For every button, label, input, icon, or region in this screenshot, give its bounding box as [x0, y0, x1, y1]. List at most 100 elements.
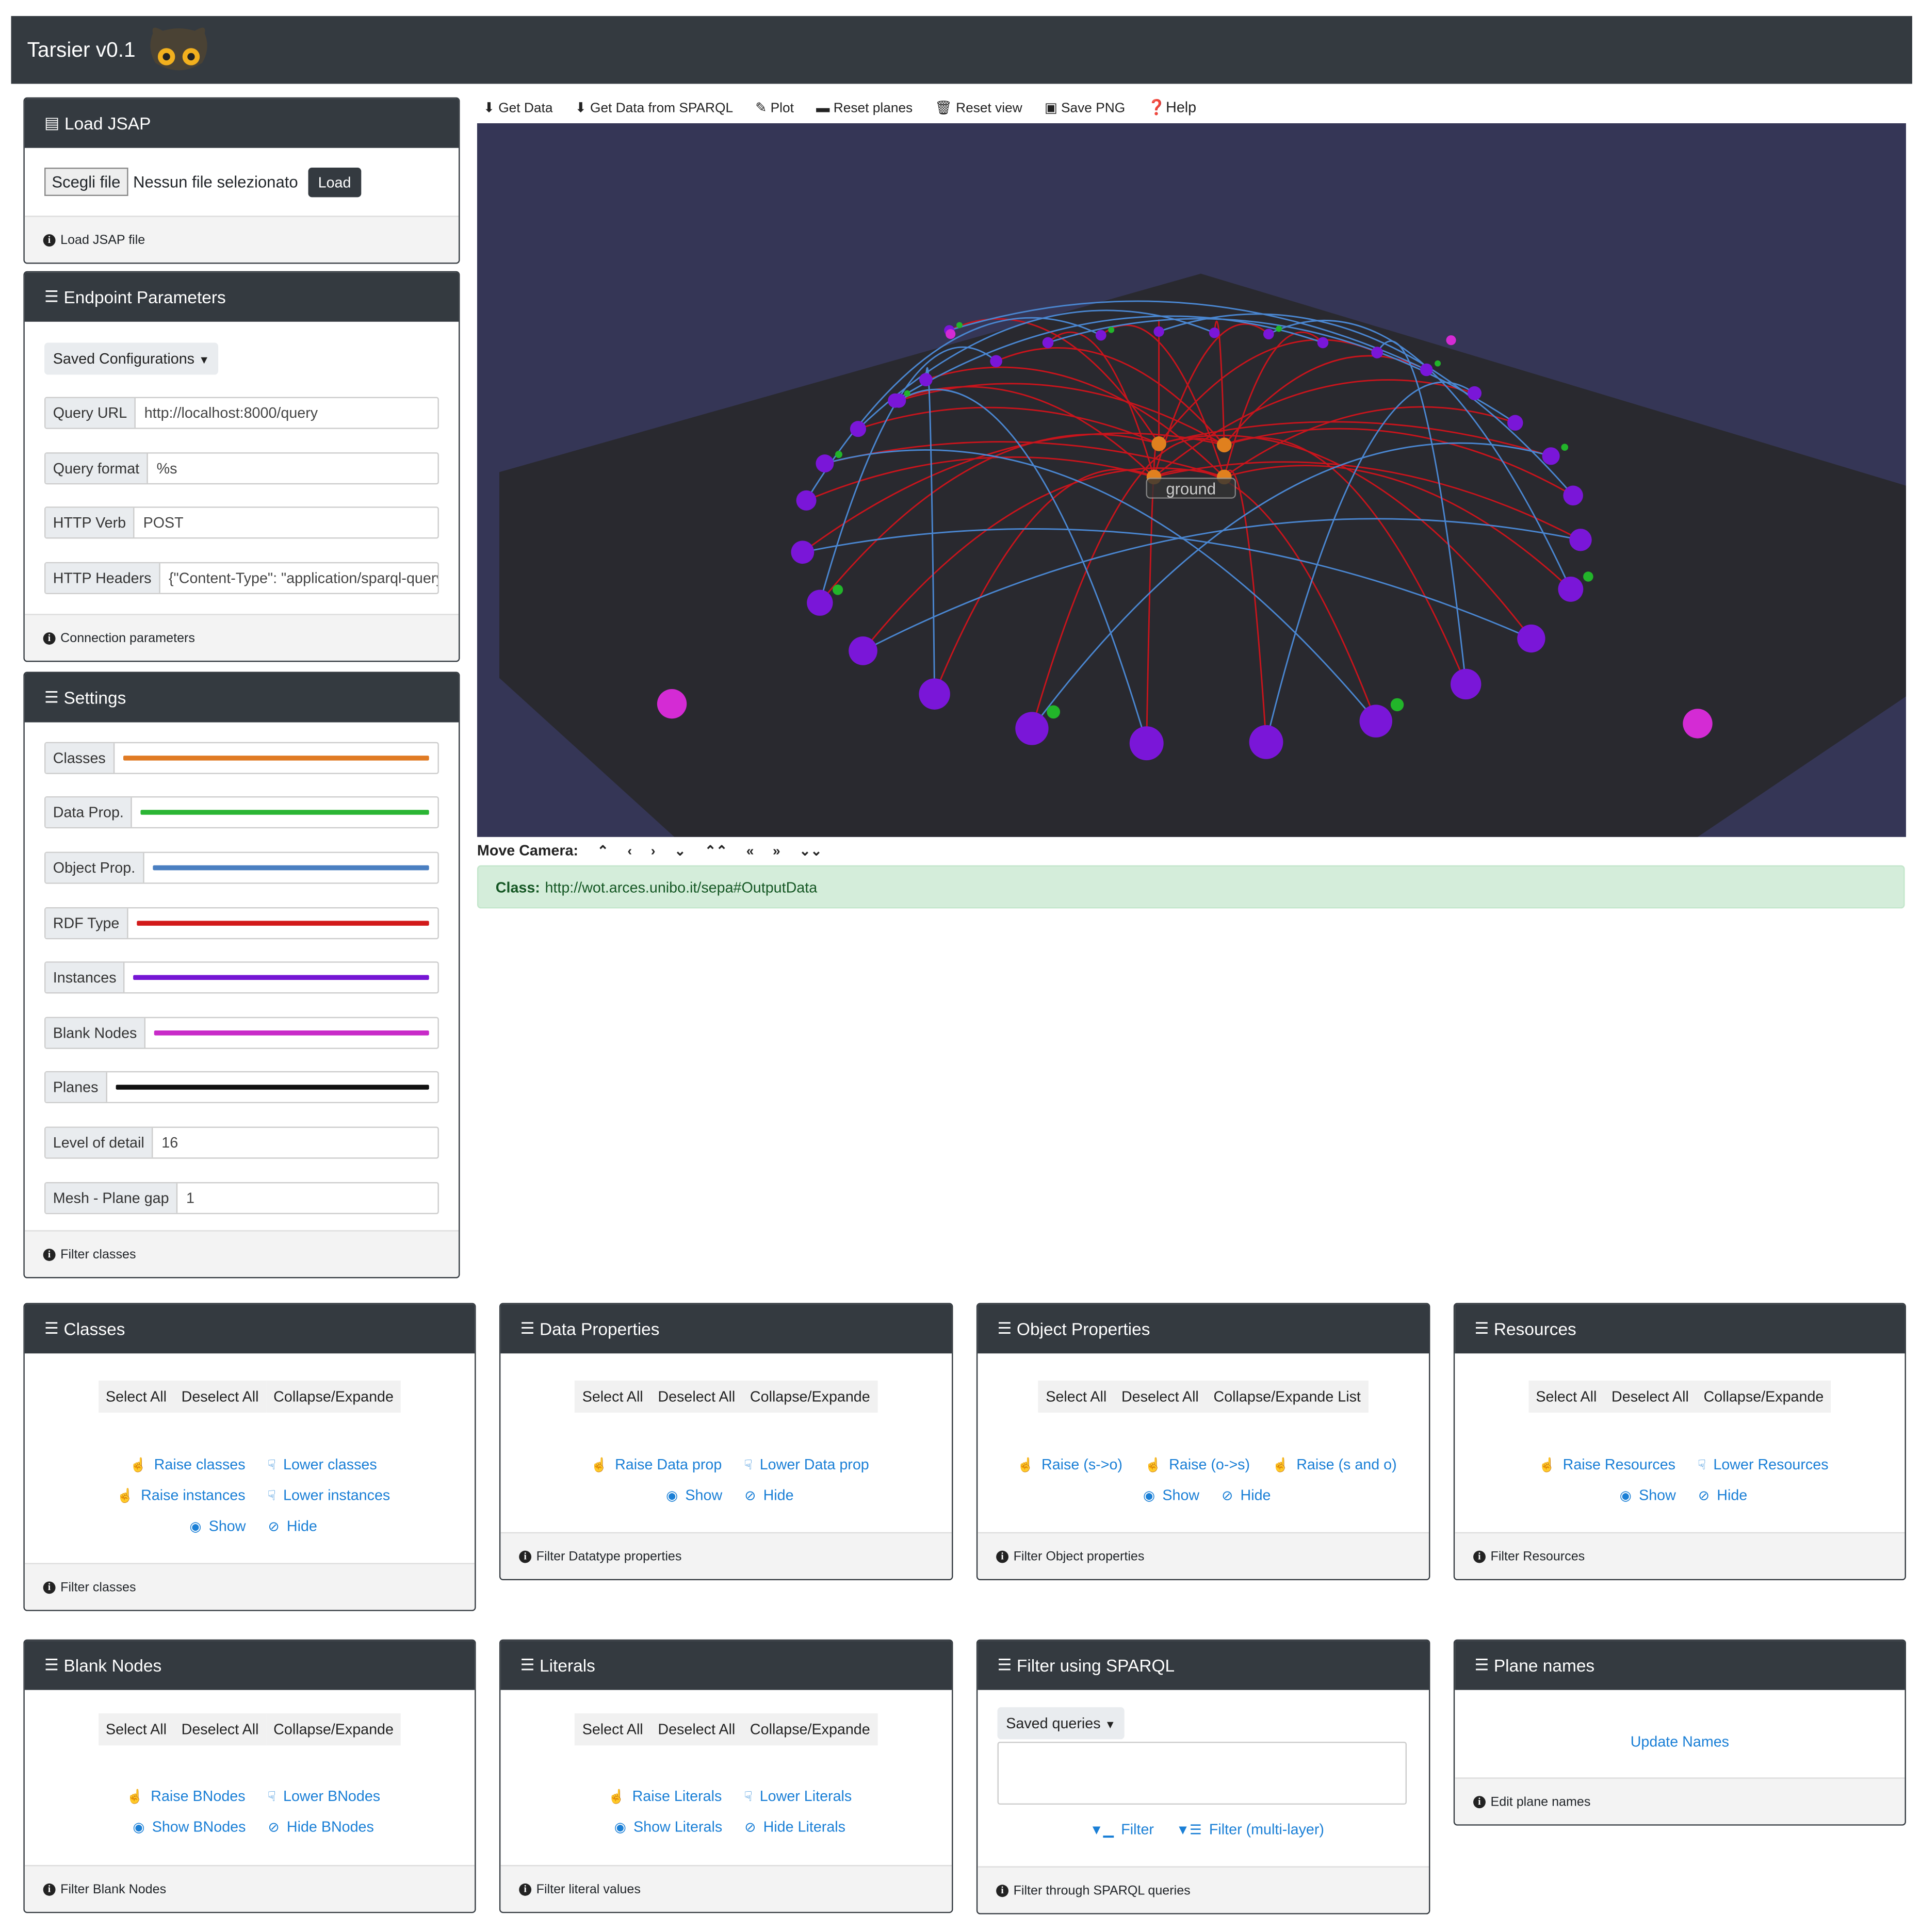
show-link[interactable]: ◉ Show [182, 1517, 246, 1534]
mesh-plane-gap-input[interactable]: 1 [177, 1183, 437, 1213]
raise-s-o-link[interactable]: ☝ Raise (s->o) [1010, 1456, 1122, 1473]
query-format-input[interactable]: %s [148, 454, 438, 483]
camera-left-icon[interactable]: ‹ [627, 844, 632, 859]
instance-node[interactable] [990, 355, 1002, 368]
class-node[interactable] [1216, 437, 1232, 453]
reset-view-button[interactable]: 🗑 Reset view [935, 101, 1022, 116]
instance-node[interactable] [1558, 576, 1584, 602]
show-literals-link[interactable]: ◉ Show Literals [607, 1818, 722, 1835]
lower-literals-link[interactable]: ☟ Lower Literals [737, 1788, 852, 1805]
collapse-expand-button[interactable]: Collapse/Expande [1696, 1380, 1831, 1413]
raise-bnodes-link[interactable]: ☝ Raise BNodes [119, 1788, 246, 1805]
instance-node[interactable] [1467, 386, 1482, 400]
instance-node[interactable] [1153, 326, 1164, 337]
data-property-node[interactable] [1435, 360, 1441, 367]
instance-node[interactable] [1263, 329, 1274, 340]
instance-node[interactable] [849, 636, 877, 665]
instance-node[interactable] [796, 490, 817, 511]
raise-instances-link[interactable]: ☝ Raise instances [109, 1486, 246, 1503]
instance-node[interactable] [1451, 668, 1482, 700]
select-all-button[interactable]: Select All [98, 1380, 174, 1413]
data-property-node[interactable] [833, 584, 843, 595]
raise-o-s-link[interactable]: ☝ Raise (o->s) [1137, 1456, 1250, 1473]
hide-bnodes-link[interactable]: ⊘ Hide BNodes [261, 1818, 373, 1835]
hide-link[interactable]: ⊘ Hide [737, 1486, 793, 1503]
instance-node[interactable] [807, 590, 833, 616]
instance-node[interactable] [1042, 337, 1054, 349]
instance-node[interactable] [919, 678, 950, 710]
data-property-node[interactable] [1583, 571, 1593, 582]
class-node[interactable] [1151, 436, 1166, 451]
instance-node[interactable] [1317, 337, 1329, 349]
blank-node[interactable] [1683, 709, 1713, 739]
camera-fast-right-icon[interactable]: » [773, 844, 780, 859]
blank-node[interactable] [1446, 335, 1456, 346]
lower-resources-link[interactable]: ☟ Lower Resources [1690, 1456, 1829, 1473]
file-chooser-button[interactable]: Scegli file [44, 168, 128, 197]
saved-configurations-dropdown[interactable]: Saved Configurations ▼ [44, 342, 219, 375]
select-all-button[interactable]: Select All [575, 1380, 651, 1413]
show-link[interactable]: ◉ Show [1612, 1486, 1676, 1503]
update-names-link[interactable]: Update Names [1631, 1733, 1729, 1750]
lower-bnodes-link[interactable]: ☟ Lower BNodes [260, 1788, 380, 1805]
camera-fast-left-icon[interactable]: « [746, 844, 754, 859]
instance-node[interactable] [1517, 624, 1545, 653]
instance-node[interactable] [1209, 328, 1220, 338]
help-button[interactable]: ❓Help [1147, 99, 1196, 116]
select-all-button[interactable]: Select All [98, 1713, 174, 1746]
hide-link[interactable]: ⊘ Hide [261, 1517, 317, 1534]
instance-node[interactable] [1507, 415, 1523, 431]
deselect-all-button[interactable]: Deselect All [1114, 1380, 1207, 1413]
camera-down-icon[interactable]: ⌄ [674, 844, 686, 859]
raise-classes-link[interactable]: ☝ Raise classes [122, 1456, 246, 1473]
data-property-node[interactable] [904, 390, 910, 397]
http-verb-input[interactable]: POST [135, 508, 438, 537]
show-link[interactable]: ◉ Show [659, 1486, 722, 1503]
data-property-node[interactable] [835, 451, 842, 459]
deselect-all-button[interactable]: Deselect All [174, 1713, 266, 1746]
camera-up-icon[interactable]: ⌃ [597, 844, 609, 859]
instance-node[interactable] [1542, 447, 1560, 465]
deselect-all-button[interactable]: Deselect All [174, 1380, 266, 1413]
saved-queries-dropdown[interactable]: Saved queries ▼ [997, 1707, 1125, 1740]
collapse-expand-button[interactable]: Collapse/Expande [742, 1713, 878, 1746]
instance-node[interactable] [1359, 705, 1392, 738]
instance-node[interactable] [1015, 712, 1049, 745]
graph-3d-viewport[interactable]: ground [477, 123, 1906, 837]
get-data-sparql-button[interactable]: ⬇ Get Data from SPARQL [575, 101, 733, 116]
blank-node[interactable] [946, 329, 956, 339]
filter-multi-layer-link[interactable]: ▼☰ Filter (multi-layer) [1169, 1821, 1324, 1838]
camera-fast-down-icon[interactable]: ⌄⌄ [799, 844, 822, 859]
instance-node[interactable] [1563, 485, 1583, 506]
instances-color-picker[interactable]: Instances [44, 961, 439, 994]
collapse-expand-button[interactable]: Collapse/Expande [742, 1380, 878, 1413]
select-all-button[interactable]: Select All [1528, 1380, 1604, 1413]
raise-data-prop-link[interactable]: ☝ Raise Data prop [583, 1456, 722, 1473]
graph-scene[interactable]: ground [477, 123, 1906, 837]
data-prop-color-picker[interactable]: Data Prop. [44, 796, 439, 829]
object-prop-color-picker[interactable]: Object Prop. [44, 852, 439, 884]
select-all-button[interactable]: Select All [575, 1713, 651, 1746]
lower-instances-link[interactable]: ☟ Lower instances [260, 1486, 390, 1503]
show-bnodes-link[interactable]: ◉ Show BNodes [125, 1818, 246, 1835]
instance-node[interactable] [816, 454, 834, 473]
lower-classes-link[interactable]: ☟ Lower classes [260, 1456, 377, 1473]
raise-resources-link[interactable]: ☝ Raise Resources [1531, 1456, 1675, 1473]
deselect-all-button[interactable]: Deselect All [650, 1713, 743, 1746]
sparql-query-textarea[interactable] [997, 1742, 1407, 1805]
filter-link[interactable]: ▼▁ Filter [1082, 1821, 1154, 1838]
data-property-node[interactable] [1108, 326, 1115, 333]
blank-nodes-color-picker[interactable]: Blank Nodes [44, 1017, 439, 1049]
load-button[interactable]: Load [308, 168, 361, 198]
collapse-expand-button[interactable]: Collapse/Expande List [1206, 1380, 1369, 1413]
lower-data-prop-link[interactable]: ☟ Lower Data prop [737, 1456, 869, 1473]
get-data-button[interactable]: ⬇ Get Data [483, 101, 553, 116]
deselect-all-button[interactable]: Deselect All [1604, 1380, 1697, 1413]
classes-color-picker[interactable]: Classes [44, 742, 439, 774]
data-property-node[interactable] [1390, 698, 1404, 712]
data-property-node[interactable] [1047, 705, 1061, 719]
instance-node[interactable] [1095, 330, 1106, 341]
instance-node[interactable] [1371, 347, 1383, 358]
instance-node[interactable] [1249, 725, 1283, 759]
rdf-type-color-picker[interactable]: RDF Type [44, 907, 439, 940]
